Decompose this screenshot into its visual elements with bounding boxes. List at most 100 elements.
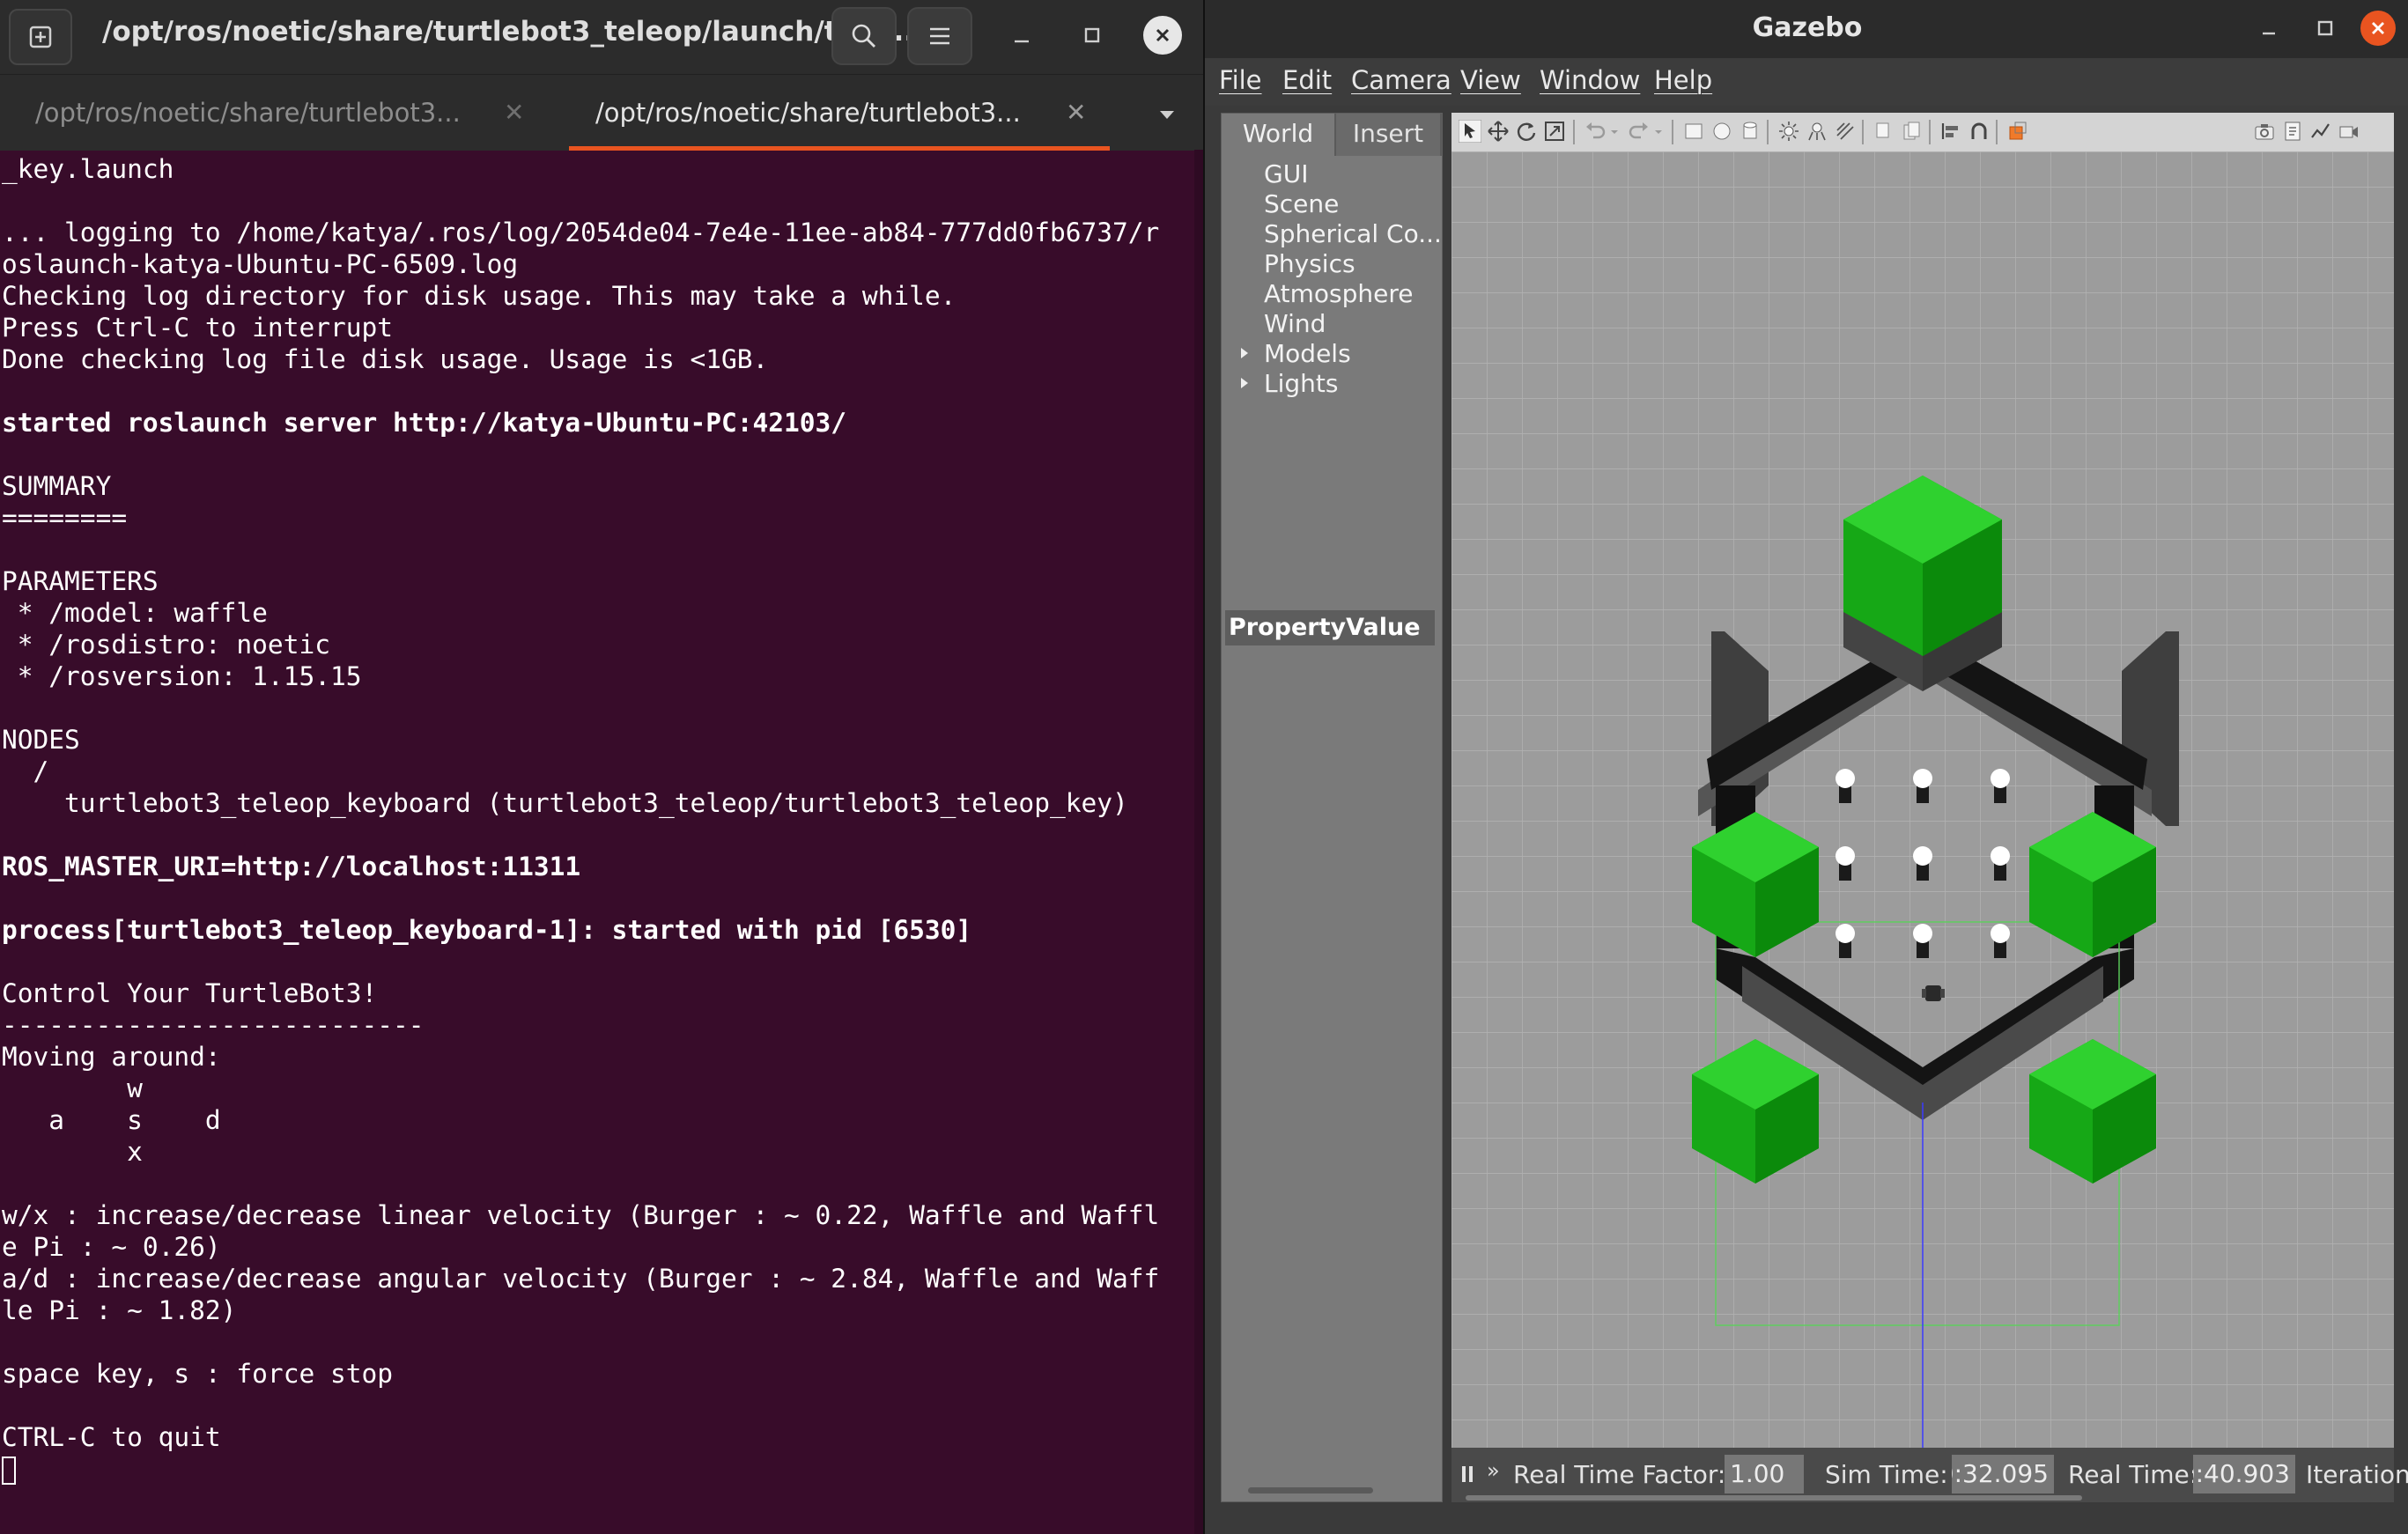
terminal-line: le Pi : ~ 1.82) — [2, 1295, 237, 1325]
terminal-line: PARAMETERS — [2, 566, 159, 596]
undo-history-icon[interactable] — [1608, 120, 1621, 143]
minimize-button[interactable] — [1002, 16, 1041, 55]
paste-icon[interactable] — [1901, 120, 1924, 143]
redo-history-icon[interactable] — [1652, 120, 1665, 143]
cylinder-shape-icon[interactable] — [1739, 120, 1762, 143]
real-time-value: 00:00:00:40.903 — [2193, 1455, 2295, 1493]
search-button[interactable] — [831, 7, 897, 65]
maximize-button[interactable] — [1073, 16, 1112, 55]
terminal-line: * /model: waffle — [2, 598, 268, 628]
expand-arrow-icon[interactable] — [1241, 348, 1248, 358]
terminal-output[interactable]: _key.launch ... logging to /home/katya/.r… — [0, 150, 1191, 1534]
real-time-factor-label: Real Time Factor: — [1513, 1460, 1726, 1489]
undo-icon[interactable] — [1584, 120, 1607, 143]
tab-close-icon[interactable]: ✕ — [1066, 98, 1086, 127]
menu-file[interactable]: File — [1219, 65, 1262, 95]
terminal-line: oslaunch-katya-Ubuntu-PC-6509.log — [2, 249, 519, 279]
terminal-line: SUMMARY — [2, 471, 112, 501]
terminal-line: CTRL-C to quit — [2, 1422, 221, 1452]
tree-item-physics[interactable]: Physics — [1264, 249, 1355, 278]
terminal-cursor — [2, 1456, 16, 1485]
close-button[interactable] — [1143, 16, 1182, 55]
chevron-down-icon — [1160, 111, 1174, 119]
pause-icon[interactable] — [1460, 1464, 1476, 1485]
terminal-scrollbar[interactable] — [1194, 150, 1203, 1534]
snap-icon[interactable] — [1968, 120, 1991, 143]
tree-item-atmosphere[interactable]: Atmosphere — [1264, 279, 1414, 308]
terminal-line: e Pi : ~ 0.26) — [2, 1232, 221, 1262]
sim-time-value: 00:00:00:32.095 — [1952, 1455, 2054, 1493]
video-record-icon[interactable] — [2338, 120, 2360, 143]
box-shape-icon[interactable] — [1682, 120, 1705, 143]
tree-item-label: Models — [1264, 339, 1351, 368]
scene-viewport[interactable] — [1451, 151, 2394, 1448]
tree-item-wind[interactable]: Wind — [1264, 309, 1326, 338]
change-view-icon[interactable] — [2006, 120, 2029, 143]
directional-light-icon[interactable] — [1834, 120, 1857, 143]
menu-edit[interactable]: Edit — [1282, 65, 1332, 95]
tree-item-models[interactable]: Models — [1241, 339, 1351, 368]
minimize-icon — [2263, 32, 2275, 35]
close-button[interactable] — [2360, 11, 2396, 46]
tab-list-dropdown[interactable] — [1154, 101, 1180, 128]
hex-pillar-top — [1843, 476, 2002, 691]
close-icon — [1156, 28, 1170, 42]
real-time-label: Real Time: — [2068, 1460, 2198, 1489]
tree-item-scene[interactable]: Scene — [1264, 189, 1339, 218]
terminal-line: started roslaunch server http://katya-Ub… — [2, 408, 847, 438]
point-light-icon[interactable] — [1777, 120, 1800, 143]
expand-arrow-icon[interactable] — [1241, 378, 1248, 388]
log-icon[interactable] — [2281, 120, 2304, 143]
screenshot-icon[interactable] — [2253, 120, 2276, 143]
menu-view[interactable]: View — [1460, 65, 1521, 95]
terminal-line: turtlebot3_teleop_keyboard (turtlebot3_t… — [2, 788, 1128, 818]
terminal-line: w — [2, 1073, 143, 1103]
copy-icon[interactable] — [1872, 120, 1895, 143]
spot-light-icon[interactable] — [1806, 120, 1828, 143]
tree-item-gui[interactable]: GUI — [1264, 159, 1308, 188]
minimize-button[interactable] — [2249, 9, 2288, 48]
world-render[interactable] — [1451, 151, 2394, 1448]
hamburger-menu-button[interactable] — [907, 7, 972, 65]
menu-camera[interactable]: Camera — [1351, 65, 1451, 95]
tab-insert[interactable]: Insert — [1336, 114, 1440, 156]
terminal-line: --------------------------- — [2, 1010, 425, 1040]
terminal-line: / — [2, 756, 49, 786]
translate-mode-icon[interactable] — [1487, 120, 1510, 143]
plot-icon[interactable] — [2309, 120, 2332, 143]
menu-help[interactable]: Help — [1654, 65, 1712, 95]
gazebo-title: Gazebo — [1752, 12, 1863, 43]
terminal-tab-active[interactable]: /opt/ros/noetic/share/turtlebot3... ✕ — [569, 75, 1110, 151]
panel-scrollbar[interactable] — [1248, 1487, 1373, 1493]
terminal-line: _key.launch — [2, 154, 174, 184]
tab-world[interactable]: World — [1222, 114, 1334, 156]
terminal-line: a/d : increase/decrease angular velocity… — [2, 1264, 1160, 1294]
terminal-line: Press Ctrl-C to interrupt — [2, 313, 394, 343]
hamburger-icon — [930, 27, 949, 45]
tab-label: /opt/ros/noetic/share/turtlebot3... — [595, 98, 1021, 128]
toolbar-separator — [1862, 120, 1864, 144]
scale-mode-icon[interactable] — [1543, 120, 1566, 143]
terminal-tab-bar: /opt/ros/noetic/share/turtlebot3... ✕ /o… — [0, 74, 1203, 151]
tab-close-icon[interactable]: ✕ — [504, 98, 524, 127]
maximize-button[interactable] — [2306, 9, 2345, 48]
status-scrollbar[interactable] — [1466, 1495, 2082, 1501]
step-icon[interactable]: » — [1487, 1458, 1500, 1483]
redo-icon[interactable] — [1628, 120, 1651, 143]
new-tab-button[interactable] — [9, 9, 72, 65]
menu-window[interactable]: Window — [1540, 65, 1640, 95]
select-mode-icon[interactable] — [1459, 120, 1481, 143]
tree-item-spherical-coordinates[interactable]: Spherical Co... — [1264, 219, 1442, 248]
terminal-tab[interactable]: /opt/ros/noetic/share/turtlebot3... ✕ — [0, 75, 569, 151]
align-icon[interactable] — [1939, 120, 1962, 143]
sphere-shape-icon[interactable] — [1710, 120, 1733, 143]
sim-time-label: Sim Time: — [1825, 1460, 1948, 1489]
rotate-mode-icon[interactable] — [1515, 120, 1538, 143]
tree-item-lights[interactable]: Lights — [1241, 369, 1338, 398]
